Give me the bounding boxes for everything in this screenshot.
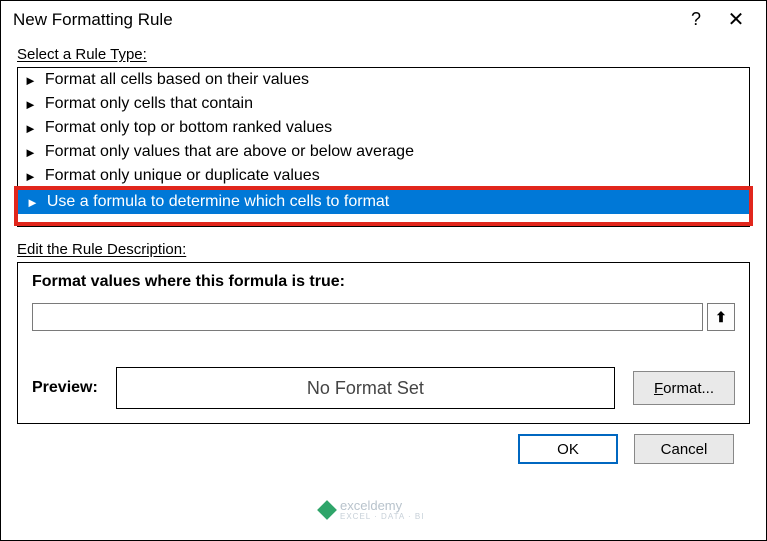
rule-type-item[interactable]: ► Format only cells that contain [18, 92, 749, 116]
bullet-icon: ► [24, 98, 37, 111]
dialog-footer: OK Cancel [17, 424, 750, 468]
rule-type-item[interactable]: ► Format only values that are above or b… [18, 140, 749, 164]
up-arrow-icon: ⬆ [715, 309, 727, 326]
preview-label: Preview: [32, 379, 98, 397]
rule-type-text: Use a formula to determine which cells t… [47, 193, 389, 211]
rule-type-text: Format only cells that contain [45, 95, 253, 113]
ok-button[interactable]: OK [518, 434, 618, 464]
preview-box: No Format Set [116, 367, 615, 409]
preview-text: No Format Set [307, 378, 424, 399]
rule-type-item[interactable]: ► Format all cells based on their values [18, 68, 749, 92]
formula-input[interactable] [32, 303, 703, 331]
close-button[interactable]: ✕ [716, 7, 756, 32]
cancel-button[interactable]: Cancel [634, 434, 734, 464]
formula-label: Format values where this formula is true… [32, 273, 735, 291]
rule-type-text: Format only top or bottom ranked values [45, 119, 332, 137]
annotation-highlight: ► Use a formula to determine which cells… [14, 186, 753, 226]
preview-row: Preview: No Format Set Format... [32, 367, 735, 409]
bullet-icon: ► [24, 122, 37, 135]
rule-type-text: Format all cells based on their values [45, 71, 309, 89]
rule-type-list[interactable]: ► Format all cells based on their values… [17, 67, 750, 227]
bullet-icon: ► [24, 170, 37, 183]
titlebar: New Formatting Rule ? ✕ [1, 1, 766, 38]
bullet-icon: ► [26, 196, 39, 209]
edit-description-label: Edit the Rule Description: [17, 241, 750, 258]
help-button[interactable]: ? [676, 9, 716, 30]
format-btn-accel: F [654, 380, 663, 397]
edit-rule-panel: Format values where this formula is true… [17, 262, 750, 424]
rule-type-item-selected[interactable]: ► Use a formula to determine which cells… [18, 190, 749, 214]
rule-type-text: Format only unique or duplicate values [45, 167, 320, 185]
format-button[interactable]: Format... [633, 371, 735, 405]
dialog-body: Select a Rule Type: ► Format all cells b… [1, 38, 766, 540]
rule-type-label: Select a Rule Type: [17, 46, 750, 63]
rule-type-item[interactable]: ► Format only top or bottom ranked value… [18, 116, 749, 140]
collapse-dialog-button[interactable]: ⬆ [707, 303, 735, 331]
dialog-title: New Formatting Rule [13, 10, 676, 30]
rule-type-item[interactable]: ► Format only unique or duplicate values [18, 164, 749, 188]
bullet-icon: ► [24, 146, 37, 159]
formula-row: ⬆ [32, 303, 735, 331]
format-btn-rest: ormat... [663, 380, 714, 397]
new-formatting-rule-dialog: New Formatting Rule ? ✕ Select a Rule Ty… [0, 0, 767, 541]
rule-type-text: Format only values that are above or bel… [45, 143, 414, 161]
bullet-icon: ► [24, 74, 37, 87]
